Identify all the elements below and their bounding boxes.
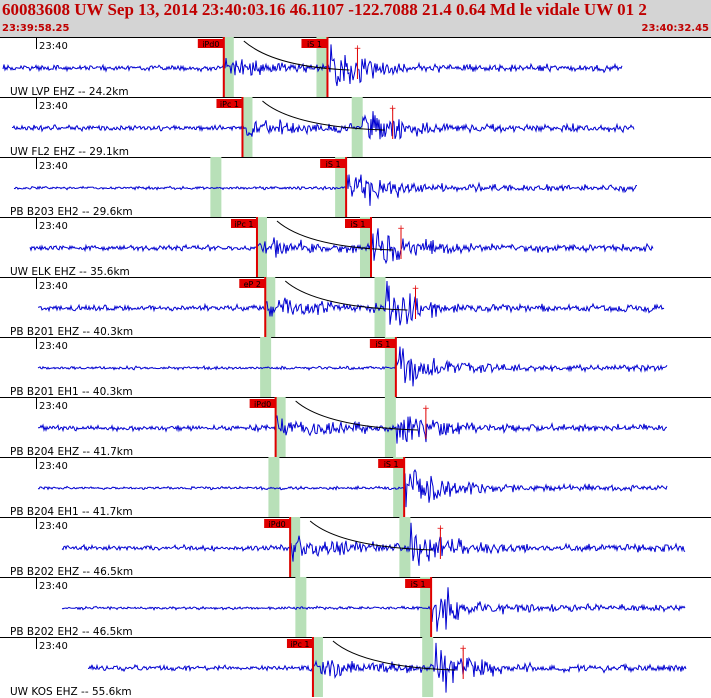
pick-label: iPc 1 [234, 220, 253, 229]
channel-label: UW ELK EHZ -- 35.6km [10, 266, 130, 278]
trace-time-label: 23:40 [39, 581, 68, 592]
pick-label: iS 1 [307, 40, 322, 49]
amplitude-plus: + [437, 524, 445, 534]
trace-panel: iPd0 +23:40 PB B202 EHZ -- 46.5km [0, 517, 711, 578]
pick-label: iS 1 [411, 580, 426, 589]
window-start-time: 23:39:58.25 [2, 23, 70, 34]
amplitude-plus: + [397, 224, 405, 234]
trace-panel: eP 2 +23:40 PB B201 EHZ -- 40.3km [0, 277, 711, 338]
p-window [268, 457, 280, 517]
trace-time-label: 23:40 [39, 281, 68, 292]
waveform [37, 468, 668, 508]
header-bar: 60083608 UW Sep 13, 2014 23:40:03.16 46.… [0, 0, 711, 37]
pick-label: eP 2 [244, 280, 261, 289]
trace-panel: iPc 1 iS 1 +23:40 UW ELK EHZ -- 35.6km [0, 217, 711, 278]
trace-panel: iPd0 +23:40 PB B204 EHZ -- 41.7km [0, 397, 711, 458]
trace-panel: iS 1 23:40 PB B202 EH2 -- 46.5km [0, 577, 711, 638]
waveform [37, 280, 665, 326]
channel-label: PB B202 EHZ -- 46.5km [10, 566, 133, 578]
pick-label: iS 1 [351, 220, 366, 229]
moveout-curve [243, 40, 350, 71]
amplitude-plus: + [412, 284, 420, 294]
trace-panel: iS 1 23:40 PB B201 EH1 -- 40.3km [0, 337, 711, 398]
trace-time-label: 23:40 [39, 641, 68, 652]
channel-label: PB B201 EH1 -- 40.3km [10, 386, 133, 398]
pick-label: iS 1 [384, 460, 399, 469]
waveform [87, 642, 687, 693]
trace-time-label: 23:40 [39, 401, 68, 412]
trace-time-label: 23:40 [39, 161, 68, 172]
pick-label: iPd0 [202, 40, 219, 49]
trace-panel: iPc 1 +23:40 UW FL2 EHZ -- 29.1km [0, 97, 711, 158]
waveform [37, 346, 668, 387]
waveform [37, 415, 668, 444]
pick-label: iS 1 [326, 160, 341, 169]
trace-panel: iPd0 iS 1 +23:40 UW LVP EHZ -- 24.2km [0, 37, 711, 98]
event-title: 60083608 UW Sep 13, 2014 23:40:03.16 46.… [2, 0, 647, 19]
waveform [13, 174, 638, 206]
amplitude-plus: + [354, 44, 362, 54]
pick-label: iPc 1 [220, 100, 239, 109]
trace-time-label: 23:40 [39, 41, 68, 52]
channel-label: PB B204 EH1 -- 41.7km [10, 506, 133, 518]
waveform [11, 111, 635, 140]
channel-label: PB B204 EHZ -- 41.7km [10, 446, 133, 458]
s-window [384, 397, 396, 457]
waveform [61, 587, 686, 632]
channel-label: UW LVP EHZ -- 24.2km [10, 86, 129, 98]
trace-time-label: 23:40 [39, 341, 68, 352]
pick-label: iS 1 [375, 340, 390, 349]
channel-label: UW KOS EHZ -- 55.6km [10, 686, 132, 698]
channel-label: PB B203 EH2 -- 29.6km [10, 206, 133, 218]
pick-label: iPd0 [269, 520, 286, 529]
window-end-time: 23:40:32.45 [641, 23, 709, 34]
trace-time-label: 23:40 [39, 461, 68, 472]
trace-panel: iPc 1 +23:40 UW KOS EHZ -- 55.6km [0, 637, 711, 698]
waveform [2, 44, 623, 87]
moveout-curve [276, 220, 394, 251]
trace-panel: iS 1 23:40 PB B203 EH2 -- 29.6km [0, 157, 711, 218]
seismogram-plot: iPd0 iS 1 +23:40 UW LVP EHZ -- 24.2km iPc 1 +… [0, 37, 711, 698]
amplitude-plus: + [459, 644, 467, 654]
channel-label: UW FL2 EHZ -- 29.1km [10, 146, 129, 158]
pick-label: iPd0 [254, 400, 271, 409]
trace-time-label: 23:40 [39, 101, 68, 112]
channel-label: PB B201 EHZ -- 40.3km [10, 326, 133, 338]
trace-panel: iS 1 23:40 PB B204 EH1 -- 41.7km [0, 457, 711, 518]
trace-time-label: 23:40 [39, 521, 68, 532]
trace-time-label: 23:40 [39, 221, 68, 232]
amplitude-plus: + [422, 404, 430, 414]
channel-label: PB B202 EH2 -- 46.5km [10, 626, 133, 638]
pick-label: iPc 1 [290, 640, 309, 649]
amplitude-plus: + [389, 104, 397, 114]
